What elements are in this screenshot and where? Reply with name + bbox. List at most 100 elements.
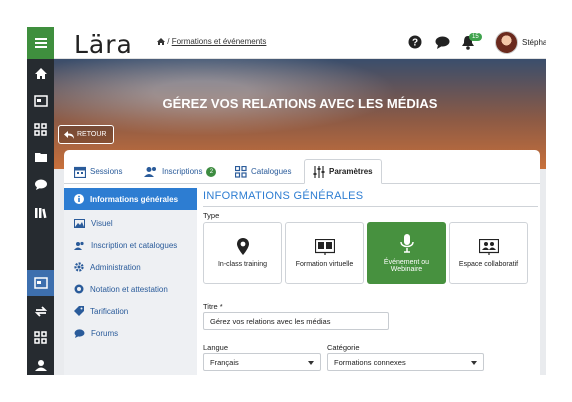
tag-icon (74, 306, 84, 316)
category-label: Catégorie (327, 343, 360, 352)
home-icon[interactable] (157, 38, 165, 45)
notification-badge: 15 (469, 33, 482, 41)
category-select[interactable]: Formations connexes (327, 353, 484, 371)
type-option-label: Événement ou Webinaire (383, 258, 430, 273)
type-option-evenement[interactable]: Événement ou Webinaire (367, 222, 446, 284)
rail-users-button[interactable] (27, 353, 54, 375)
user-name[interactable]: Stéphanie (522, 38, 546, 47)
tab-catalogues[interactable]: Catalogues (235, 159, 291, 184)
collab-icon (478, 238, 499, 255)
sidebar-item-notation[interactable]: Notation et attestation (64, 278, 197, 300)
type-option-label: Espace collaboratif (458, 260, 519, 268)
chat-icon[interactable] (435, 36, 450, 49)
sliders-icon (313, 165, 325, 178)
users-icon (34, 360, 47, 371)
users-icon (74, 241, 84, 250)
sync-icon (34, 305, 47, 317)
app-logo[interactable]: Lära (74, 30, 133, 59)
info-icon (74, 194, 84, 204)
rail-home-button[interactable] (27, 61, 54, 85)
rail-grid-button[interactable] (27, 117, 54, 141)
location-pin-icon (236, 238, 249, 255)
back-button-label: RETOUR (77, 131, 107, 138)
type-option-in-class[interactable]: In-class training (203, 222, 282, 284)
grid-icon (34, 330, 47, 344)
sidebar-item-label: Notation et attestation (90, 284, 168, 294)
sidebar-item-label: Visuel (91, 218, 113, 228)
sidebar-item-label: Forums (91, 328, 119, 338)
image-icon (74, 218, 85, 228)
sidebar-item-label: Inscription et catalogues (91, 240, 178, 250)
badge-icon (74, 284, 84, 294)
sidebar-item-inscription[interactable]: Inscription et catalogues (64, 234, 197, 256)
app-window: Lära / Formations et événements ? 15 Sté… (27, 27, 546, 375)
settings-sidebar: Informations générales Visuel Inscriptio… (64, 188, 197, 375)
gear-icon (74, 262, 84, 272)
sidebar-item-label: Tarification (90, 306, 129, 316)
language-label: Langue (203, 343, 229, 352)
chat-icon (74, 328, 85, 338)
tab-parametres[interactable]: Paramètres (304, 159, 382, 184)
sidebar-item-forums[interactable]: Forums (64, 322, 197, 344)
language-select[interactable]: Français (203, 353, 321, 371)
type-label: Type (203, 211, 220, 220)
tab-label: Inscriptions (162, 167, 203, 176)
microphone-icon (399, 233, 414, 253)
rail-chat-button[interactable] (27, 173, 54, 197)
library-icon (34, 208, 47, 219)
chat-icon (34, 179, 47, 190)
sidebar-item-label: Informations générales (90, 194, 179, 204)
tab-label: Paramètres (329, 167, 373, 176)
grid-icon (34, 122, 47, 136)
users-icon (144, 167, 156, 177)
hamburger-icon (34, 38, 47, 48)
rail-sync-button[interactable] (27, 299, 54, 323)
rail-events-button[interactable] (27, 270, 54, 296)
content-card: Sessions Inscriptions 2 Catalogues Param… (64, 150, 540, 375)
home-icon (34, 67, 47, 79)
section-title: INFORMATIONS GÉNÉRALES (203, 190, 364, 202)
tab-label: Catalogues (251, 167, 292, 176)
rail-folder-button[interactable] (27, 145, 54, 169)
sidebar-item-tarification[interactable]: Tarification (64, 300, 197, 322)
tab-bar: Sessions Inscriptions 2 Catalogues Param… (64, 159, 540, 184)
left-rail (27, 27, 54, 375)
book-icon (33, 277, 48, 289)
folder-icon (34, 153, 47, 162)
breadcrumb: / Formations et événements (157, 37, 266, 46)
grid-icon (235, 165, 247, 178)
back-arrow-icon (64, 130, 74, 139)
tab-sessions[interactable]: Sessions (74, 159, 122, 184)
rail-catalog-button[interactable] (27, 89, 54, 113)
presentation-icon (314, 238, 335, 255)
chevron-down-icon (308, 361, 314, 365)
avatar[interactable] (495, 31, 518, 54)
category-value: Formations connexes (334, 357, 406, 367)
tab-inscriptions[interactable]: Inscriptions 2 (144, 159, 217, 184)
divider (203, 206, 538, 207)
calendar-icon (74, 166, 86, 178)
book-icon (33, 95, 48, 107)
back-button[interactable]: RETOUR (58, 125, 114, 144)
sidebar-item-label: Administration (90, 262, 141, 272)
sidebar-item-administration[interactable]: Administration (64, 256, 197, 278)
tab-label: Sessions (90, 167, 123, 176)
title-label: Titre * (203, 302, 223, 311)
page-title: GÉREZ VOS RELATIONS AVEC LES MÉDIAS (162, 96, 438, 111)
top-bar: Lära / Formations et événements ? 15 Sté… (54, 27, 546, 59)
help-icon[interactable]: ? (408, 35, 422, 49)
title-input[interactable]: Gérez vos relations avec les médias (203, 312, 389, 330)
rail-grid2-button[interactable] (27, 325, 54, 349)
count-badge: 2 (206, 166, 217, 177)
menu-button[interactable] (27, 27, 54, 59)
sidebar-item-informations[interactable]: Informations générales (64, 188, 197, 210)
chevron-down-icon (471, 361, 477, 365)
type-option-virtuelle[interactable]: Formation virtuelle (285, 222, 364, 284)
language-value: Français (210, 357, 239, 367)
breadcrumb-link[interactable]: Formations et événements (172, 37, 267, 46)
rail-library-button[interactable] (27, 201, 54, 225)
svg-text:?: ? (412, 38, 418, 49)
type-option-label: Formation virtuelle (295, 260, 354, 268)
type-option-collaboratif[interactable]: Espace collaboratif (449, 222, 528, 284)
sidebar-item-visuel[interactable]: Visuel (64, 212, 197, 234)
